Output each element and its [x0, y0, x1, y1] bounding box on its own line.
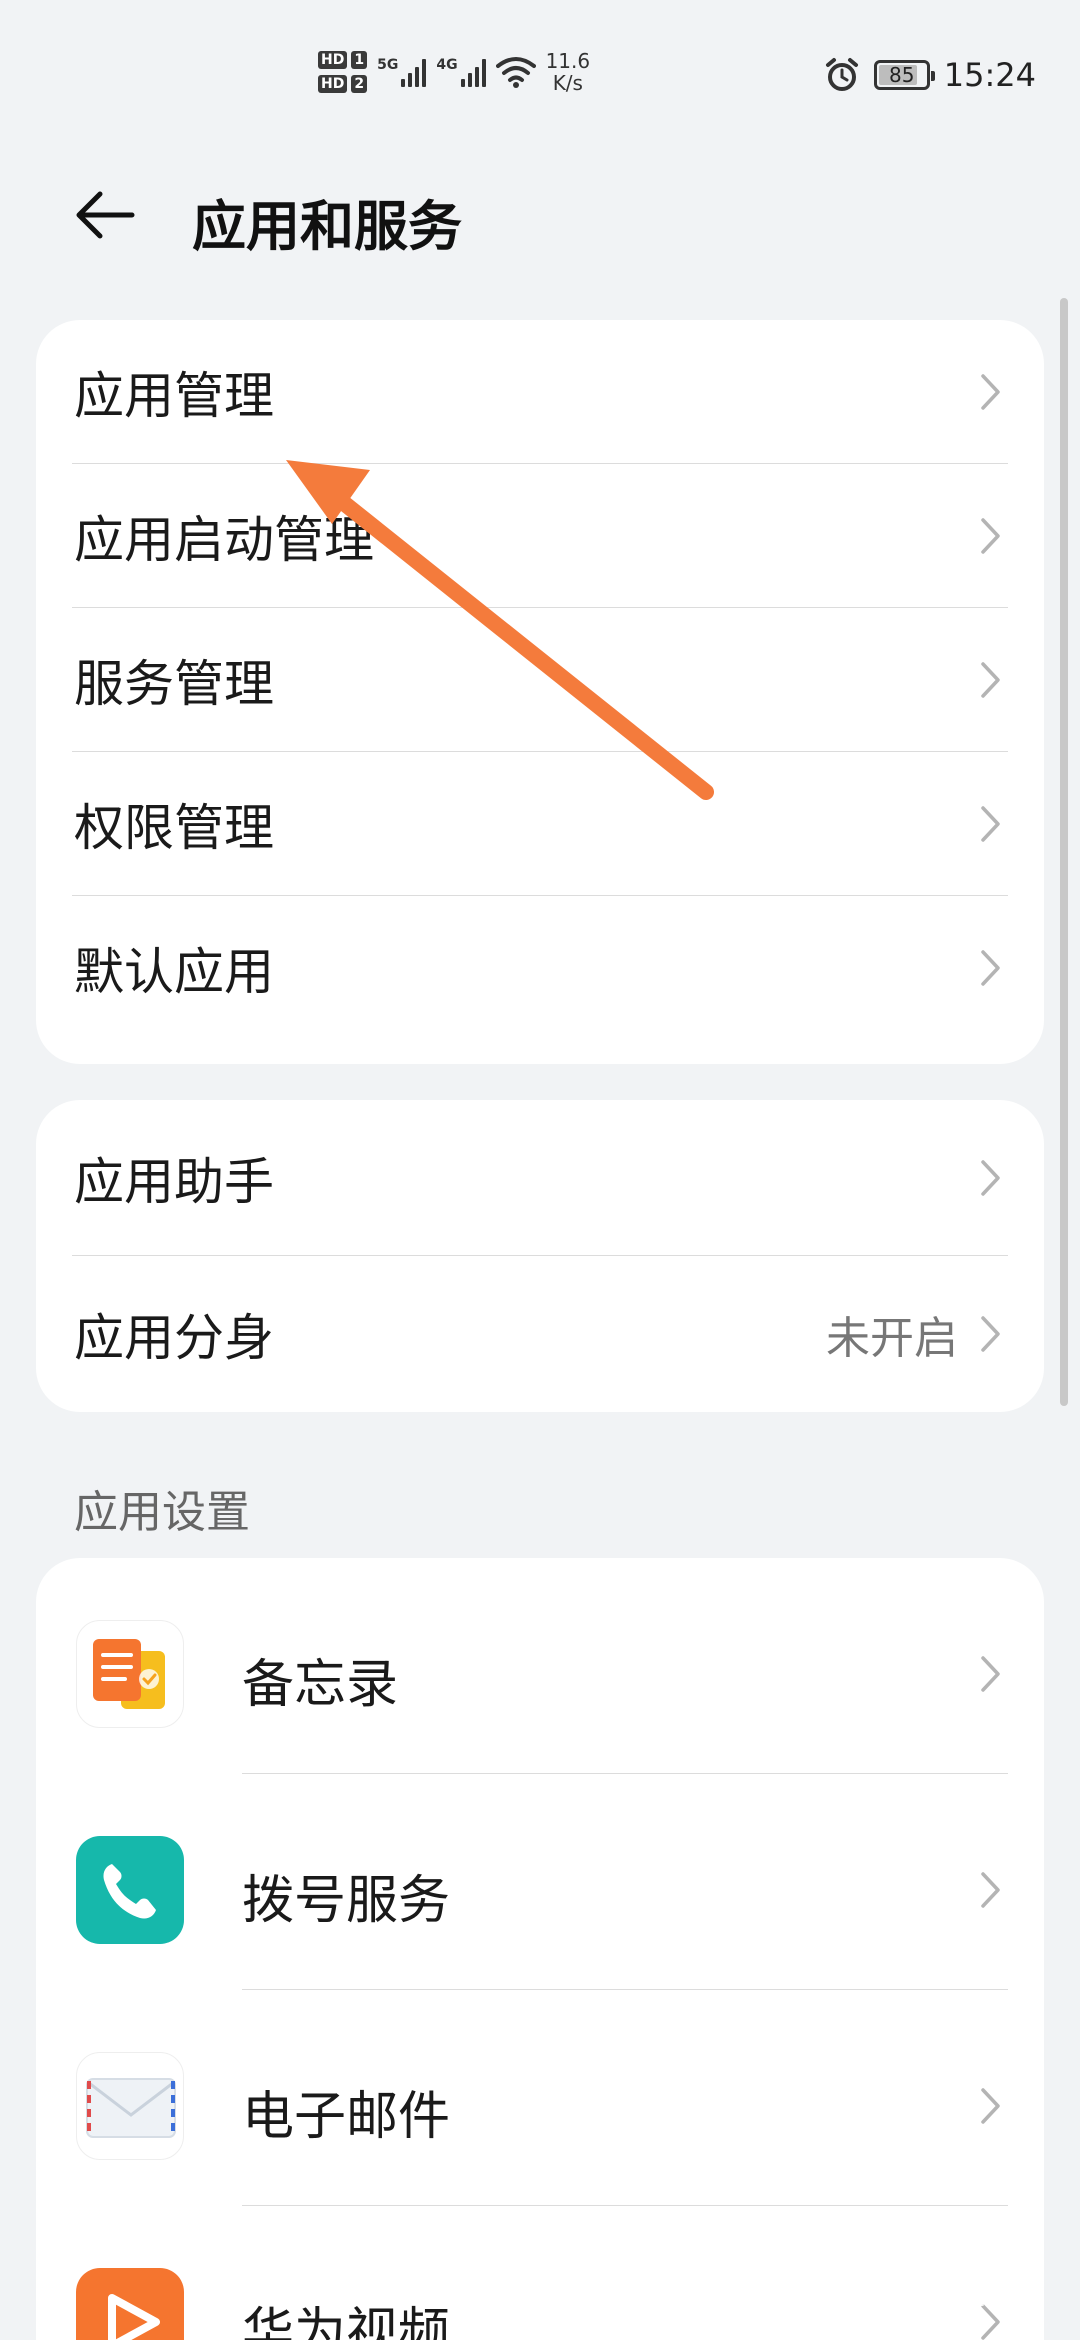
settings-group-1: 应用管理 应用启动管理 服务管理 权限管理 默认应用	[36, 320, 1044, 1064]
section-header-app-settings: 应用设置	[74, 1487, 250, 1538]
speed-unit: K/s	[552, 71, 583, 95]
chevron-right-icon	[981, 1872, 1000, 1908]
menu-item-app-twin[interactable]: 应用分身 未开启	[36, 1256, 1044, 1412]
menu-item-label: 应用启动管理	[74, 511, 374, 569]
menu-item-app-launch[interactable]: 应用启动管理	[36, 464, 1044, 608]
clock: 15:24	[943, 56, 1036, 94]
menu-item-label: 服务管理	[74, 655, 274, 713]
menu-item-label: 应用助手	[74, 1153, 274, 1211]
app-item-email[interactable]: 电子邮件	[36, 1990, 1044, 2206]
chevron-right-icon	[981, 1316, 1000, 1352]
chevron-right-icon	[981, 1160, 1000, 1196]
network-type: 4G	[436, 57, 458, 73]
menu-item-app-management[interactable]: 应用管理	[36, 320, 1044, 464]
menu-item-default-apps[interactable]: 默认应用	[36, 896, 1044, 1040]
back-arrow-icon[interactable]	[70, 180, 140, 250]
video-icon	[76, 2268, 184, 2340]
chevron-right-icon	[981, 2088, 1000, 2124]
notepad-icon	[76, 1620, 184, 1728]
page-title: 应用和服务	[192, 195, 462, 258]
status-left: HD 1 HD 2 5G 4G 11.6 K/s	[318, 50, 590, 94]
watermark-domain: jingyan.baidu.com	[816, 2287, 1020, 2312]
hd-sim-number: 1	[351, 51, 368, 69]
signal-icon: 5G	[377, 57, 427, 87]
menu-item-label: 默认应用	[74, 943, 274, 1001]
watermark-logo: Bai du 经验	[803, 2232, 1040, 2278]
menu-item-label: 权限管理	[74, 799, 274, 857]
app-item-label: 电子邮件	[242, 2087, 451, 2147]
chevron-right-icon	[981, 950, 1000, 986]
app-item-label: 华为视频	[242, 2303, 451, 2340]
app-item-notepad[interactable]: 备忘录	[36, 1558, 1044, 1774]
title-bar: 应用和服务	[0, 170, 1080, 260]
signal-icon: 4G	[436, 57, 486, 87]
app-item-label: 备忘录	[242, 1655, 399, 1715]
network-type: 5G	[377, 57, 399, 73]
alarm-icon	[825, 58, 858, 91]
speed-value: 11.6	[545, 49, 591, 73]
menu-item-permission-management[interactable]: 权限管理	[36, 752, 1044, 896]
menu-item-status: 未开启	[826, 1313, 958, 1364]
battery-level: 85	[889, 63, 915, 87]
hd-sim-number: 2	[351, 75, 368, 93]
menu-item-app-assistant[interactable]: 应用助手	[36, 1100, 1044, 1256]
chevron-right-icon	[981, 518, 1000, 554]
status-bar: HD 1 HD 2 5G 4G 11.6 K/s 85 15:24	[0, 0, 1080, 120]
phone-icon	[76, 1836, 184, 1944]
hd-badge: HD	[318, 51, 348, 69]
network-speed: 11.6 K/s	[546, 50, 591, 94]
app-item-dialer[interactable]: 拨号服务	[36, 1774, 1044, 1990]
status-right: 85 15:24	[824, 56, 1036, 94]
settings-group-2: 应用助手 应用分身 未开启	[36, 1100, 1044, 1412]
chevron-right-icon	[981, 662, 1000, 698]
chevron-right-icon	[981, 374, 1000, 410]
wifi-icon	[495, 57, 536, 88]
hd-badge: HD	[318, 75, 348, 93]
menu-item-label: 应用分身	[74, 1309, 274, 1367]
chevron-right-icon	[981, 1656, 1000, 1692]
menu-item-label: 应用管理	[74, 367, 274, 425]
hd-indicators: HD 1 HD 2	[318, 51, 368, 93]
battery-icon: 85	[873, 60, 935, 90]
app-item-label: 拨号服务	[242, 1871, 451, 1931]
scrollbar[interactable]	[1060, 298, 1068, 1406]
chevron-right-icon	[981, 806, 1000, 842]
hd-1: HD 1	[318, 51, 368, 69]
hd-2: HD 2	[318, 75, 368, 93]
menu-item-service-management[interactable]: 服务管理	[36, 608, 1044, 752]
mail-icon	[76, 2052, 184, 2160]
